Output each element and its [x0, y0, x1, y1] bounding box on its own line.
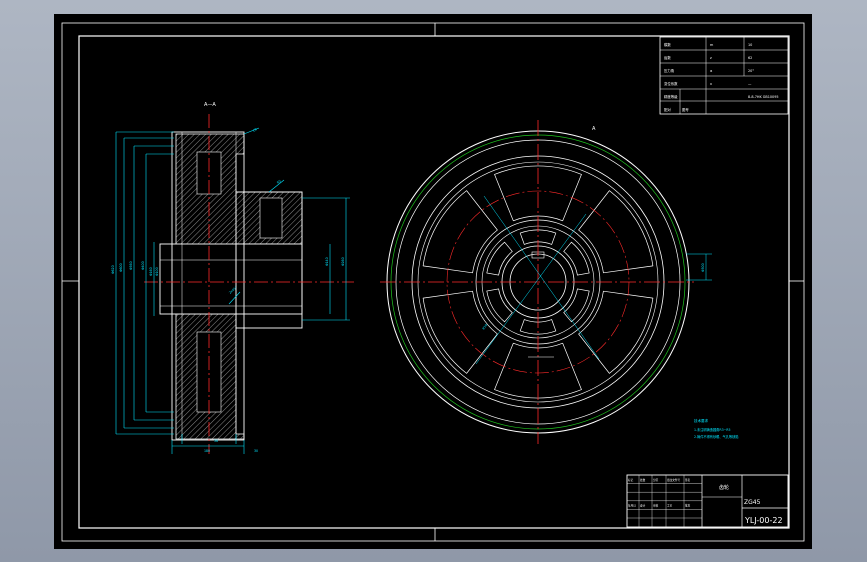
title-block-cell: 年月日 [628, 504, 636, 508]
detail-dim: R5 [276, 179, 282, 185]
param-cell: 压力角 [664, 68, 674, 73]
inner-slot [486, 241, 513, 276]
param-cell: — [748, 82, 752, 86]
title-block-cell: 标记 [628, 478, 634, 482]
diameter-dim: Φ300 [701, 263, 705, 272]
gear-drawing: 模数 m 10 齿数 z 62 压力角 α 20° 变位系数 x — 精度等级 8-8-7HK GB100… [61, 22, 805, 542]
title-block: ZG45 齿轮 YLJ-00-22 标记 处数 分区 更改文件号 签名年月日 设计 审核 工艺… [626, 474, 789, 528]
diameter-dim: Φ260 [341, 257, 345, 266]
diameter-dim: Φ160 [149, 267, 153, 276]
param-cell: 配对 [664, 107, 671, 112]
gear-parameter-table: 模数 m 10 齿数 z 62 压力角 α 20° 变位系数 x — 精度等级 8-8-7HK GB100… [659, 36, 789, 115]
title-block-cell: 审核 [653, 504, 659, 508]
part-name-text: 齿轮 [719, 484, 729, 491]
section-label: A—A [204, 102, 216, 108]
title-block-cell: 工艺 [667, 504, 673, 508]
diameter-dim: Φ600 [119, 263, 123, 272]
param-cell: 20° [748, 69, 754, 73]
title-block-cell: 签名 [685, 478, 691, 482]
material-text: ZG45 [744, 499, 761, 506]
title-block-cell: 设计 [640, 504, 646, 508]
view-label: A [592, 126, 596, 132]
diameter-dim: Φ100 [155, 267, 159, 276]
note-1: 1.未注明铸造圆角R3~R5 [694, 427, 731, 432]
param-cell: 齿数 [664, 55, 671, 60]
diameter-dim: Φ560 [129, 261, 133, 270]
param-cell: x [710, 82, 712, 86]
notes-title: 技术要求 [694, 418, 708, 423]
length-dim: 180 [204, 449, 210, 453]
param-cell: 62 [748, 56, 752, 60]
param-cell: m [710, 43, 714, 47]
title-block-cell: 处数 [640, 478, 646, 482]
param-cell: α [710, 69, 713, 73]
param-cell: 精度等级 [664, 94, 678, 99]
title-block-cell: 分区 [653, 478, 659, 482]
param-cell: 图号 [682, 107, 689, 112]
length-dim: 30 [254, 449, 258, 453]
diameter-dim: Φ140 [325, 257, 329, 266]
cad-drawing-sheet: 模数 m 10 齿数 z 62 压力角 α 20° 变位系数 x — 精度等级 8-8-7HK GB100… [54, 14, 812, 549]
param-cell: 变位系数 [664, 81, 678, 86]
inner-slot [563, 288, 590, 323]
diameter-dim: Φ620 [111, 265, 115, 274]
section-view-a-a: A—A Φ620 Φ600 Φ560 Φ400Φ160 Φ100Φ260Φ140… [111, 102, 354, 454]
diameter-dim: Φ400 [141, 261, 145, 270]
front-view: A Φ300R10 [380, 120, 712, 444]
inner-slot [486, 288, 513, 323]
param-cell: 8-8-7HK GB10095 [748, 95, 779, 99]
drawing-number: YLJ-00-22 [744, 516, 783, 525]
inner-slot [563, 241, 590, 276]
param-cell: 10 [748, 43, 752, 47]
title-block-cell: 更改文件号 [667, 478, 680, 482]
technical-notes: 技术要求 1.未注明铸造圆角R3~R5 2.铸件不得有砂眼、气孔等缺陷 [694, 418, 738, 439]
param-cell: z [710, 56, 712, 60]
title-block-cell: 批准 [685, 504, 691, 508]
length-dim: 56 [214, 439, 218, 443]
param-cell: 模数 [664, 42, 671, 47]
note-2: 2.铸件不得有砂眼、气孔等缺陷 [694, 434, 738, 439]
detail-dim: C2 [252, 127, 258, 133]
